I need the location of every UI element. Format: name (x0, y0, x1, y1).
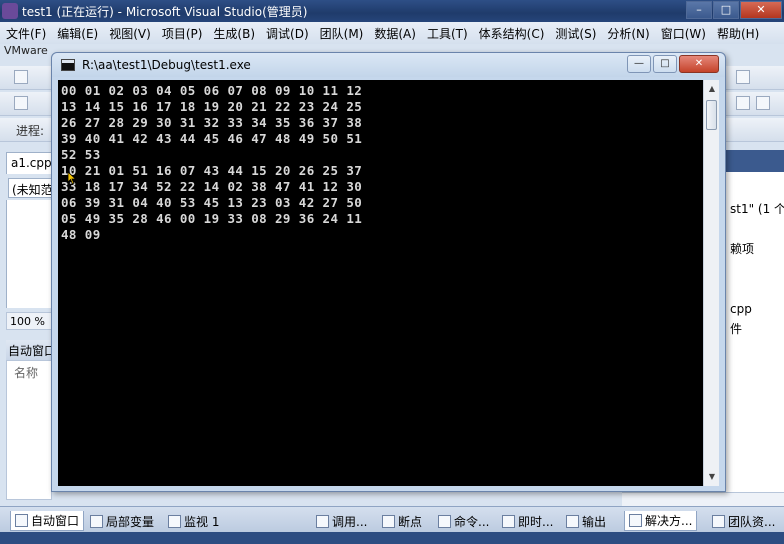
console-line: 05 49 35 28 46 00 19 33 08 29 36 24 11 (61, 211, 363, 226)
tab-breakpoints[interactable]: 断点 (382, 511, 422, 531)
tab-watch-1[interactable]: 监视 1 (168, 511, 219, 531)
tab-solution-explorer-label: 解决方... (645, 514, 693, 528)
tab-team-explorer[interactable]: 团队资... (712, 511, 775, 531)
status-bar (0, 532, 784, 544)
tab-output[interactable]: 输出 (566, 511, 606, 531)
menu-file[interactable]: 文件(F) (6, 25, 46, 42)
vs-minimize-button[interactable]: – (686, 1, 712, 19)
console-line: 52 53 (61, 147, 101, 162)
menu-view[interactable]: 视图(V) (109, 25, 151, 42)
solution-explorer-cpp-file[interactable]: cpp (730, 302, 752, 316)
step-over-icon[interactable] (736, 96, 750, 110)
menu-architecture[interactable]: 体系结构(C) (479, 25, 545, 42)
console-line: 26 27 28 29 30 31 32 33 34 35 36 37 38 (61, 115, 363, 130)
vs-title-bar: test1 (正在运行) - Microsoft Visual Studio(管… (0, 0, 784, 22)
console-line: 00 01 02 03 04 05 06 07 08 09 10 11 12 (61, 83, 363, 98)
breakpoints-icon (382, 514, 395, 528)
menu-debug[interactable]: 调试(D) (266, 25, 309, 42)
menu-project[interactable]: 项目(P) (162, 25, 203, 42)
tab-breakpoints-label: 断点 (398, 514, 423, 529)
tab-team-explorer-label: 团队资... (728, 514, 776, 529)
vs-window-title: test1 (正在运行) - Microsoft Visual Studio(管… (22, 5, 308, 19)
tab-command[interactable]: 命令... (438, 511, 489, 531)
console-line: 10 21 01 51 16 07 43 44 15 20 26 25 37 (61, 163, 363, 178)
tool-window-tabs: 自动窗口 局部变量 监视 1 调用... 断点 命令... 即时... 输出 解… (0, 506, 784, 532)
tab-watch-label: 监视 1 (184, 514, 220, 529)
step-out-icon[interactable] (756, 96, 770, 110)
tab-immediate[interactable]: 即时... (502, 511, 553, 531)
console-maximize-button[interactable]: □ (653, 55, 677, 73)
tab-immediate-label: 即时... (518, 514, 554, 529)
console-line: 06 39 31 04 40 53 45 13 23 03 42 27 50 (61, 195, 363, 210)
solution-explorer: st1" (1 个项 赖项 cpp 件 (726, 172, 784, 492)
solution-explorer-header (726, 150, 784, 172)
locals-icon (90, 514, 103, 528)
menu-help[interactable]: 帮助(H) (717, 25, 759, 42)
output-icon (566, 514, 579, 528)
scroll-down-icon[interactable]: ▼ (706, 470, 718, 484)
tab-output-label: 输出 (582, 514, 607, 529)
watch-icon (168, 514, 181, 528)
autos-name-column-header[interactable]: 名称 (14, 364, 38, 381)
menu-build[interactable]: 生成(B) (213, 25, 255, 42)
console-output[interactable]: 00 01 02 03 04 05 06 07 08 09 10 11 12 1… (58, 80, 703, 486)
console-title-bar[interactable]: R:\aa\test1\Debug\test1.exe — □ ✕ (52, 53, 725, 77)
scope-dropdown[interactable]: (未知范 (8, 178, 52, 198)
menu-edit[interactable]: 编辑(E) (57, 25, 98, 42)
console-app-icon[interactable] (61, 59, 75, 71)
team-explorer-icon (712, 514, 725, 528)
menu-analyze[interactable]: 分析(N) (607, 25, 649, 42)
console-minimize-button[interactable]: — (627, 55, 651, 73)
autos-icon (15, 514, 28, 527)
console-line: 33 18 17 34 52 22 14 02 38 47 41 12 30 (61, 179, 363, 194)
mouse-pointer-icon (67, 171, 77, 185)
scroll-thumb[interactable] (706, 100, 717, 130)
menu-tools[interactable]: 工具(T) (427, 25, 468, 42)
vs-logo-icon (2, 3, 18, 19)
vs-window-controls: – □ ✕ (686, 1, 782, 19)
autos-window (6, 360, 52, 500)
tab-autos[interactable]: 自动窗口 (10, 511, 85, 531)
menu-window[interactable]: 窗口(W) (661, 25, 706, 42)
solution-explorer-icon (629, 514, 642, 527)
tab-autos-label: 自动窗口 (31, 514, 80, 528)
horizontal-scrollbar[interactable] (622, 492, 784, 506)
console-window[interactable]: R:\aa\test1\Debug\test1.exe — □ ✕ 00 01 … (51, 52, 726, 492)
console-line: 13 14 15 16 17 18 19 20 21 22 23 24 25 (61, 99, 363, 114)
process-label: 进程: (16, 124, 45, 138)
menu-data[interactable]: 数据(A) (374, 25, 416, 42)
tab-solution-explorer[interactable]: 解决方... (624, 511, 698, 531)
code-editor[interactable] (6, 200, 52, 308)
solution-explorer-project[interactable]: st1" (1 个项 (730, 200, 784, 217)
console-vertical-scrollbar[interactable]: ▲ ▼ (703, 80, 719, 486)
immediate-icon (502, 514, 515, 528)
solution-explorer-files[interactable]: 件 (730, 320, 742, 337)
autos-window-title: 自动窗口 (6, 340, 52, 360)
scroll-up-icon[interactable]: ▲ (706, 82, 718, 96)
tab-locals[interactable]: 局部变量 (90, 511, 154, 531)
vs-menu-bar: 文件(F) 编辑(E) 视图(V) 项目(P) 生成(B) 调试(D) 团队(M… (0, 22, 784, 44)
solution-explorer-dependencies[interactable]: 赖项 (730, 240, 754, 257)
zoom-level[interactable]: 100 % (6, 312, 52, 330)
console-line: 48 09 (61, 227, 101, 242)
command-icon (438, 514, 451, 528)
tab-command-label: 命令... (454, 514, 490, 529)
menu-test[interactable]: 测试(S) (555, 25, 596, 42)
tab-locals-label: 局部变量 (106, 514, 155, 529)
toolbar-options-icon[interactable] (736, 70, 750, 84)
vmware-label: VMware (4, 44, 48, 57)
tab-call-stack[interactable]: 调用... (316, 511, 367, 531)
console-window-title: R:\aa\test1\Debug\test1.exe (82, 58, 251, 72)
call-stack-icon (316, 514, 329, 528)
console-window-controls: — □ ✕ (627, 55, 719, 73)
new-project-icon[interactable] (14, 70, 28, 84)
console-close-button[interactable]: ✕ (679, 55, 719, 73)
vs-close-button[interactable]: ✕ (740, 1, 782, 19)
continue-icon[interactable] (14, 96, 28, 110)
vs-maximize-button[interactable]: □ (713, 1, 739, 19)
menu-team[interactable]: 团队(M) (320, 25, 364, 42)
editor-tab-a1cpp[interactable]: a1.cpp (6, 152, 57, 174)
console-line: 39 40 41 42 43 44 45 46 47 48 49 50 51 (61, 131, 363, 146)
tab-call-stack-label: 调用... (332, 514, 368, 529)
